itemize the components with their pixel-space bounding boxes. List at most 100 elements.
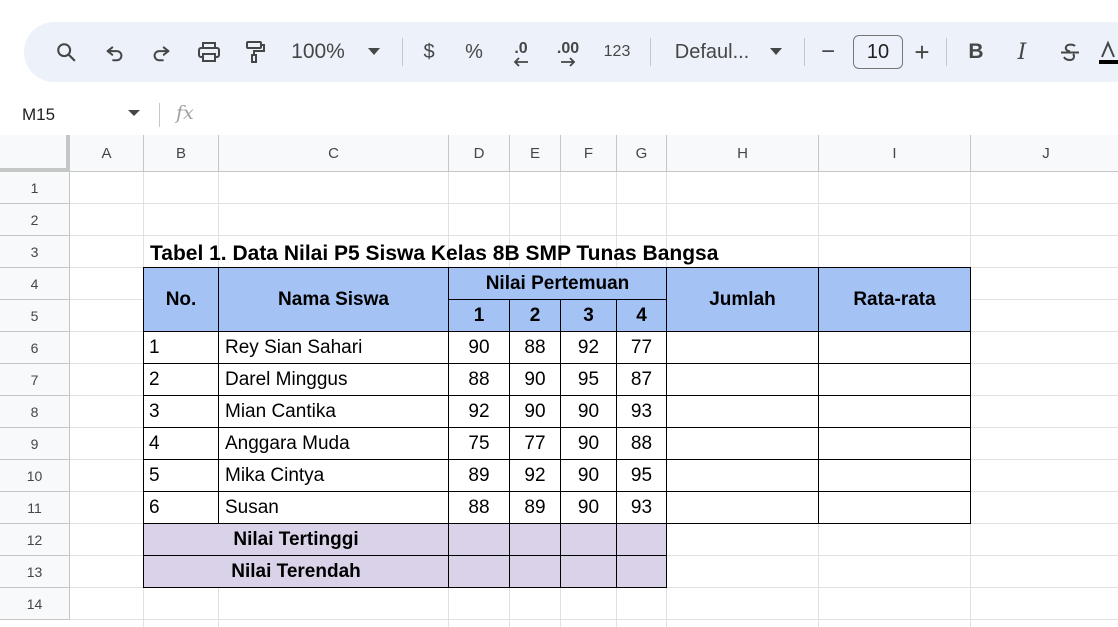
row-header-11[interactable]: 11 [0, 492, 70, 524]
row-header-3[interactable]: 3 [0, 236, 70, 268]
increase-font-size-button[interactable]: + [910, 22, 934, 82]
cell-terendah-4[interactable] [616, 555, 667, 588]
font-size-input[interactable]: 10 [853, 35, 903, 69]
name-box[interactable]: M15 [0, 96, 150, 134]
cell-tertinggi-1[interactable] [448, 523, 510, 556]
cell-nama-siswa[interactable]: Mika Cintya [218, 459, 449, 492]
paint-format-icon[interactable] [239, 22, 271, 82]
formula-input[interactable] [210, 102, 1090, 126]
cell-nilai-1[interactable]: 88 [448, 491, 510, 524]
cell-nilai-1[interactable]: 75 [448, 427, 510, 460]
cell-rata-rata[interactable] [818, 491, 971, 524]
search-menus-icon[interactable] [50, 22, 82, 82]
row-header-4[interactable]: 4 [0, 268, 70, 300]
row-header-14[interactable]: 14 [0, 588, 70, 620]
header-pertemuan-3[interactable]: 3 [560, 299, 617, 332]
text-color-icon[interactable] [1096, 22, 1118, 82]
cell-nilai-4[interactable]: 77 [616, 331, 667, 364]
cell-jumlah[interactable] [666, 491, 819, 524]
font-family-select[interactable]: Defaul... [664, 22, 760, 82]
row-header-2[interactable]: 2 [0, 204, 70, 236]
cell-nilai-2[interactable]: 77 [509, 427, 561, 460]
column-header-a[interactable]: A [70, 135, 144, 172]
cell-tertinggi-3[interactable] [560, 523, 617, 556]
cell-terendah-2[interactable] [509, 555, 561, 588]
more-formats-button[interactable]: 123 [600, 22, 634, 82]
header-no[interactable]: No. [143, 267, 219, 332]
cell-nilai-4[interactable]: 93 [616, 395, 667, 428]
print-icon[interactable] [193, 22, 225, 82]
cell-nama-siswa[interactable]: Anggara Muda [218, 427, 449, 460]
cell-nilai-3[interactable]: 90 [560, 427, 617, 460]
currency-format-button[interactable]: $ [416, 22, 442, 82]
cell-nilai-4[interactable]: 95 [616, 459, 667, 492]
cell-nama-siswa[interactable]: Darel Minggus [218, 363, 449, 396]
cell-nilai-3[interactable]: 90 [560, 459, 617, 492]
cell-nilai-3[interactable]: 95 [560, 363, 617, 396]
cell-tertinggi-2[interactable] [509, 523, 561, 556]
cell-no[interactable]: 6 [143, 491, 219, 524]
cell-nilai-1[interactable]: 89 [448, 459, 510, 492]
cell-terendah-3[interactable] [560, 555, 617, 588]
row-header-9[interactable]: 9 [0, 428, 70, 460]
undo-icon[interactable] [99, 22, 131, 82]
row-header-8[interactable]: 8 [0, 396, 70, 428]
table-title[interactable]: Tabel 1. Data Nilai P5 Siswa Kelas 8B SM… [144, 236, 819, 268]
cell-nilai-2[interactable]: 90 [509, 395, 561, 428]
cell-nilai-2[interactable]: 92 [509, 459, 561, 492]
cell-nilai-3[interactable]: 90 [560, 491, 617, 524]
cell-nilai-2[interactable]: 89 [509, 491, 561, 524]
header-jumlah[interactable]: Jumlah [666, 267, 819, 332]
cell-jumlah[interactable] [666, 331, 819, 364]
italic-button[interactable]: I [1010, 22, 1034, 82]
cell-no[interactable]: 5 [143, 459, 219, 492]
cell-nama-siswa[interactable]: Mian Cantika [218, 395, 449, 428]
name-box-dropdown-icon[interactable] [127, 106, 141, 120]
cell-rata-rata[interactable] [818, 427, 971, 460]
cell-nilai-4[interactable]: 88 [616, 427, 667, 460]
header-pertemuan-1[interactable]: 1 [448, 299, 510, 332]
label-nilai-tertinggi[interactable]: Nilai Tertinggi [143, 523, 449, 556]
row-header-6[interactable]: 6 [0, 332, 70, 364]
column-header-g[interactable]: G [617, 135, 667, 172]
row-header-7[interactable]: 7 [0, 364, 70, 396]
column-header-h[interactable]: H [667, 135, 819, 172]
spreadsheet-grid[interactable]: A B C D E F G H I J 1 2 3 4 5 6 7 8 9 10 11 12 13 14 Tabel 1. Da… [0, 135, 1118, 627]
bold-button[interactable]: B [964, 22, 988, 82]
column-header-j[interactable]: J [971, 135, 1118, 172]
cell-jumlah[interactable] [666, 395, 819, 428]
decrease-font-size-button[interactable]: − [816, 22, 840, 82]
column-header-f[interactable]: F [561, 135, 617, 172]
strikethrough-icon[interactable] [1056, 22, 1084, 82]
percent-format-button[interactable]: % [461, 22, 487, 82]
cell-nama-siswa[interactable]: Rey Sian Sahari [218, 331, 449, 364]
increase-decimal-button[interactable]: .00 [550, 22, 586, 82]
cell-no[interactable]: 1 [143, 331, 219, 364]
column-header-e[interactable]: E [510, 135, 561, 172]
cell-no[interactable]: 2 [143, 363, 219, 396]
cell-nilai-1[interactable]: 92 [448, 395, 510, 428]
decrease-decimal-button[interactable]: .0 [506, 22, 536, 82]
cell-nilai-1[interactable]: 90 [448, 331, 510, 364]
cell-nilai-2[interactable]: 90 [509, 363, 561, 396]
header-pertemuan-2[interactable]: 2 [509, 299, 561, 332]
cell-jumlah[interactable] [666, 363, 819, 396]
label-nilai-terendah[interactable]: Nilai Terendah [143, 555, 449, 588]
column-header-d[interactable]: D [449, 135, 510, 172]
cell-nilai-4[interactable]: 93 [616, 491, 667, 524]
cell-nilai-1[interactable]: 88 [448, 363, 510, 396]
column-header-b[interactable]: B [144, 135, 219, 172]
cell-nilai-4[interactable]: 87 [616, 363, 667, 396]
column-header-i[interactable]: I [819, 135, 971, 172]
cell-tertinggi-4[interactable] [616, 523, 667, 556]
header-rata-rata[interactable]: Rata-rata [818, 267, 971, 332]
cell-no[interactable]: 4 [143, 427, 219, 460]
cell-rata-rata[interactable] [818, 459, 971, 492]
cell-jumlah[interactable] [666, 459, 819, 492]
header-pertemuan-4[interactable]: 4 [616, 299, 667, 332]
zoom-dropdown-arrow-icon[interactable] [364, 22, 384, 82]
cell-jumlah[interactable] [666, 427, 819, 460]
column-header-c[interactable]: C [219, 135, 449, 172]
font-dropdown-arrow-icon[interactable] [766, 22, 786, 82]
row-header-10[interactable]: 10 [0, 460, 70, 492]
